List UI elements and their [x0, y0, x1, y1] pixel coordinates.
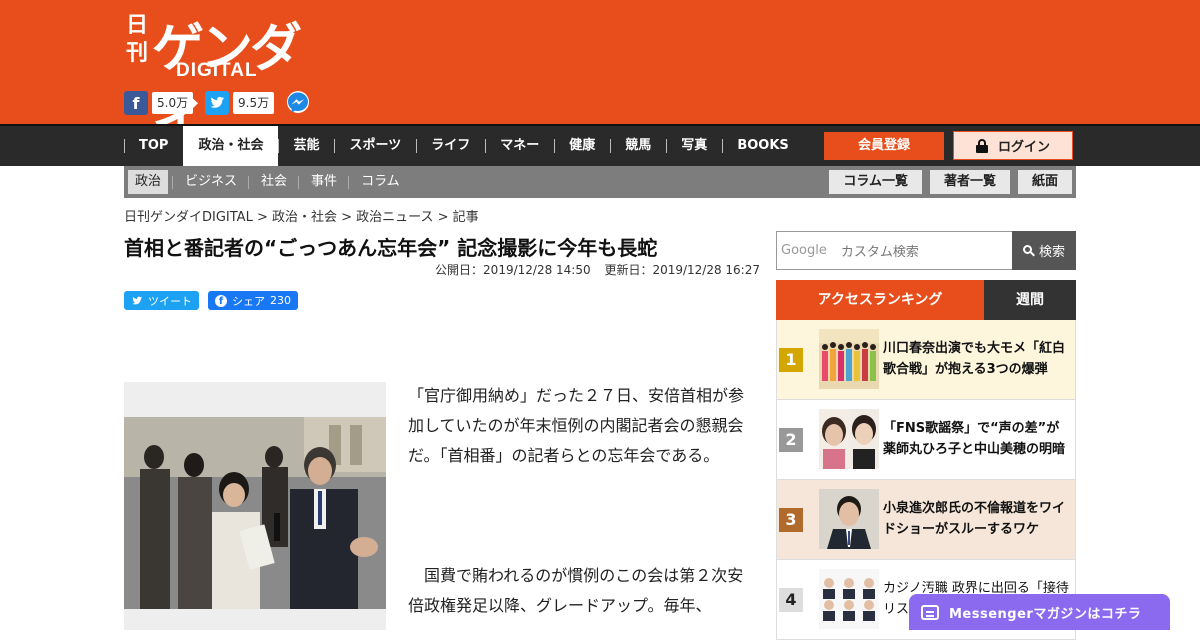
login-label: ログイン — [997, 140, 1050, 155]
facebook-icon: f — [215, 294, 227, 307]
register-button[interactable]: 会員登録 — [824, 132, 944, 160]
rank-badge: 2 — [779, 428, 803, 452]
nav-item[interactable]: 競馬 — [610, 126, 666, 166]
published-date: 公開日：2019/12/28 14:50 — [435, 263, 591, 277]
subnav-button[interactable]: 紙面 — [1017, 170, 1072, 194]
article-title: 首相と番記者の“ごっつあん忘年会” 記念撮影に今年も長蛇 — [124, 236, 658, 260]
share-count: 230 — [270, 294, 291, 307]
search-icon — [1022, 244, 1035, 257]
press-scrum-image — [124, 417, 386, 609]
article-paragraph-1: 「官庁御用納め」だった２７日、安倍首相が参加していたのが年末恒例の内閣記者会の懇… — [408, 386, 745, 465]
nav-item[interactable]: ライフ — [416, 126, 485, 166]
breadcrumb[interactable]: 日刊ゲンダイDIGITAL > 政治・社会 > 政治ニュース > 記事 — [124, 206, 479, 225]
messenger-follow[interactable] — [285, 91, 311, 115]
subnav-item[interactable]: ビジネス — [172, 170, 244, 194]
search-placeholder: カスタム検索 — [840, 245, 919, 260]
subnav-item[interactable]: 事件 — [298, 170, 344, 194]
nav-item[interactable]: TOP — [124, 126, 183, 166]
share-label: シェア — [232, 294, 265, 308]
messenger-icon — [287, 91, 309, 113]
ranking-thumb — [819, 569, 879, 629]
rank-badge: 4 — [779, 588, 803, 612]
nav-item[interactable]: マネー — [485, 126, 554, 166]
ranking-headline: 小泉進次郎氏の不倫報道をワイドショーがスルーするワケ — [883, 501, 1066, 537]
main-nav: TOP 政治・社会 芸能 スポーツ ライフ マネー 健康 競馬 写真 BOOKS 会員登録 ログイ… — [0, 124, 1200, 166]
tweet-button[interactable]: ツイート — [124, 291, 199, 310]
ranking-item-2[interactable]: 2 「FNS歌謡祭」で“声の差”が 薬師丸ひろ子と中山美穂の明暗 — [776, 400, 1076, 480]
twitter-count: 9.5万 — [233, 92, 275, 114]
facebook-follow[interactable]: f 5.0万 — [124, 91, 194, 115]
search-input[interactable]: Google カスタム検索 — [776, 231, 1012, 270]
ranking-thumb — [819, 409, 879, 469]
messenger-label: Messengerマガジンはコチラ — [949, 606, 1142, 622]
subnav-item[interactable]: 政治 — [128, 170, 169, 194]
chat-icon — [921, 604, 939, 620]
ranking-thumb — [819, 489, 879, 549]
article-photo[interactable] — [124, 417, 386, 609]
subnav-button[interactable]: コラム一覧 — [829, 170, 922, 194]
site-header: 日刊 ゲンダイ DIGITAL f 5.0万 9.5万 — [0, 0, 1200, 154]
ranking-headline: 「FNS歌謡祭」で“声の差”が 薬師丸ひろ子と中山美穂の明暗 — [883, 421, 1066, 457]
logo-sub-text: DIGITAL — [176, 60, 258, 81]
search-button[interactable]: 検索 — [1012, 231, 1076, 270]
facebook-count: 5.0万 — [152, 92, 194, 114]
nav-item[interactable]: 写真 — [666, 126, 722, 166]
site-logo[interactable]: 日刊 ゲンダイ DIGITAL — [126, 10, 306, 154]
twitter-icon — [205, 91, 229, 115]
article-paragraph-2: 国費で賄われるのが慣例のこの会は第２次安倍政権発足以降、グレードアップ。毎年、 — [408, 566, 744, 615]
ranking-item-1[interactable]: 1 川口春奈出演でも大モメ「紅白歌合戦」が抱える3つの爆弾 — [776, 320, 1076, 400]
twitter-follow[interactable]: 9.5万 — [205, 91, 275, 115]
ranking-tabs: アクセスランキング 週間 — [776, 280, 1076, 320]
main-nav-items: TOP 政治・社会 芸能 スポーツ ライフ マネー 健康 競馬 写真 BOOKS — [124, 126, 804, 166]
subnav-item[interactable]: コラム — [348, 170, 407, 194]
tweet-label: ツイート — [148, 294, 192, 308]
rank-badge: 1 — [779, 348, 803, 372]
search-button-label: 検索 — [1038, 245, 1065, 260]
nav-item[interactable]: 芸能 — [278, 126, 334, 166]
facebook-icon: f — [124, 91, 148, 115]
login-button[interactable]: ログイン — [953, 131, 1073, 160]
tab-weekly[interactable]: 週間 — [984, 280, 1076, 320]
twitter-icon — [132, 296, 142, 304]
ranking-item-3[interactable]: 3 小泉進次郎氏の不倫報道をワイドショーがスルーするワケ — [776, 480, 1076, 560]
sub-nav: 政治 ビジネス 社会 事件 コラム コラム一覧 著者一覧 紙面 — [124, 166, 1076, 198]
site-search: Google カスタム検索 検索 — [776, 231, 1076, 270]
ranking-headline: 川口春奈出演でも大モメ「紅白歌合戦」が抱える3つの爆弾 — [883, 341, 1066, 377]
tab-access-ranking[interactable]: アクセスランキング — [776, 280, 984, 320]
messenger-magazine-button[interactable]: Messengerマガジンはコチラ — [909, 594, 1170, 630]
nav-item[interactable]: BOOKS — [722, 126, 803, 166]
lock-icon — [975, 138, 988, 153]
nav-item[interactable]: 政治・社会 — [183, 126, 279, 166]
nav-item[interactable]: 健康 — [554, 126, 610, 166]
google-label: Google — [781, 243, 827, 258]
sub-nav-buttons: コラム一覧 著者一覧 紙面 — [829, 170, 1072, 194]
nav-item[interactable]: スポーツ — [334, 126, 416, 166]
facebook-share-button[interactable]: f シェア 230 — [208, 291, 298, 310]
rank-badge: 3 — [779, 508, 803, 532]
ranking-thumb — [819, 329, 879, 389]
article-dates: 公開日：2019/12/28 14:50 更新日：2019/12/28 16:2… — [124, 261, 760, 278]
updated-date: 更新日：2019/12/28 16:27 — [604, 263, 760, 277]
sub-nav-items: 政治 ビジネス 社会 事件 コラム — [128, 170, 417, 194]
logo-vertical-text: 日刊 — [126, 13, 149, 66]
subnav-item[interactable]: 社会 — [248, 170, 294, 194]
subnav-button[interactable]: 著者一覧 — [929, 170, 1010, 194]
